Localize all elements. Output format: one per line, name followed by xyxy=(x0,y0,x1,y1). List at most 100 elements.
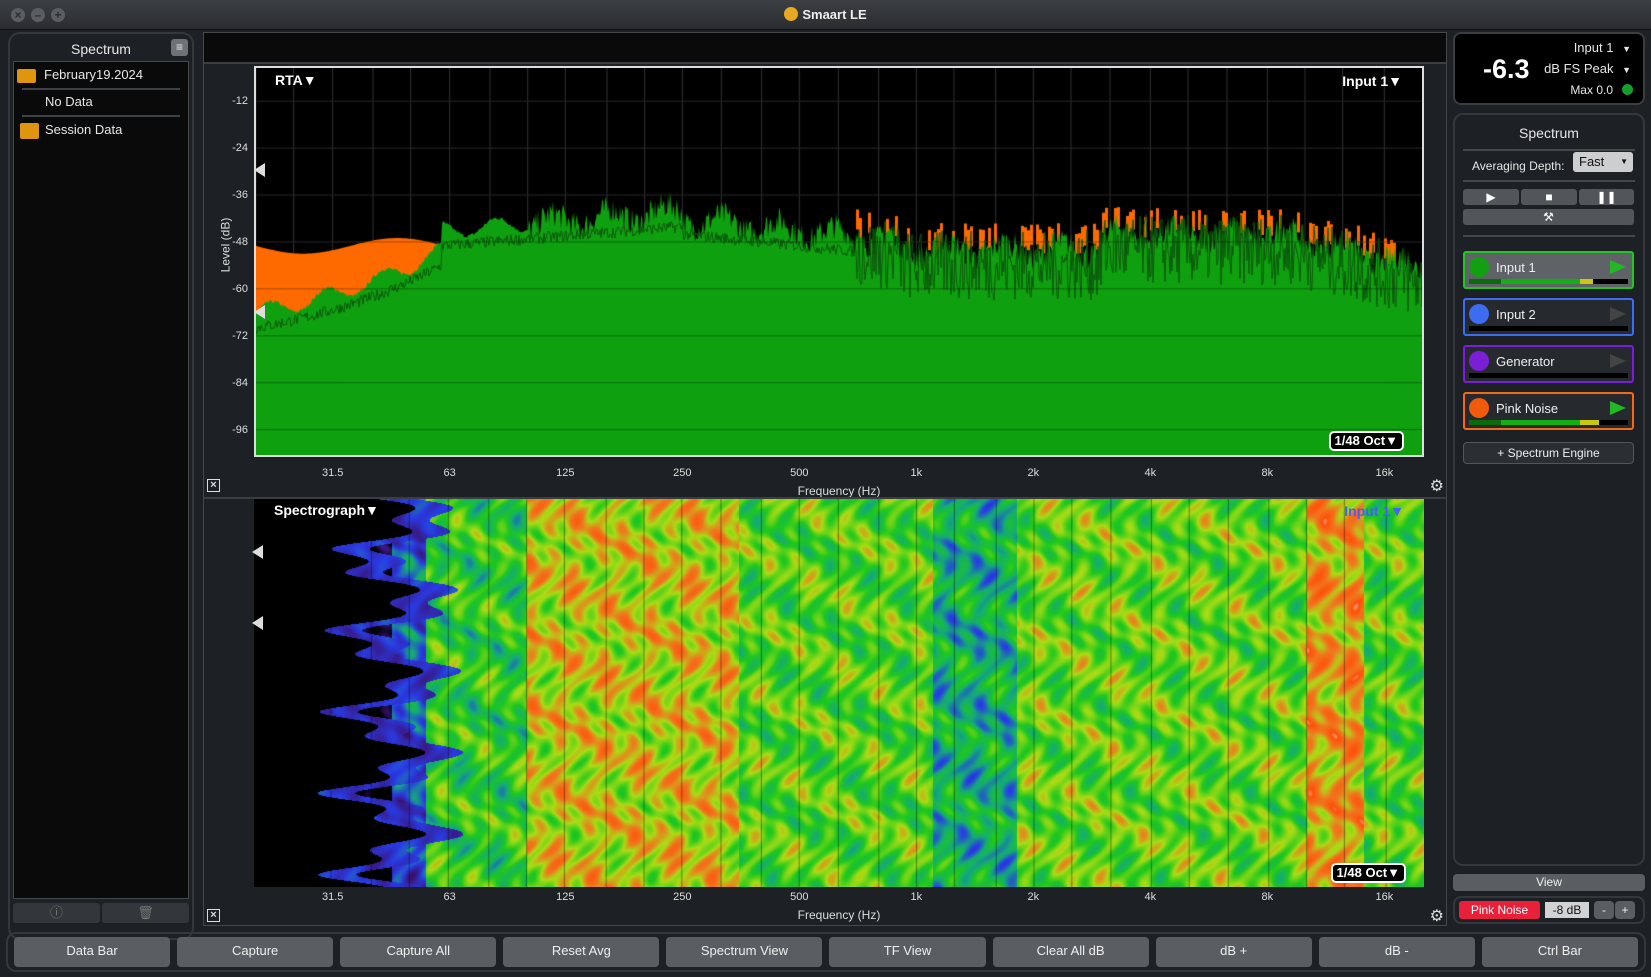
spectrum-controls: Spectrum Averaging Depth: Fast ▼ ▶ ■ ❚❚ ⚒… xyxy=(1453,113,1645,866)
info-button[interactable]: ⓘ xyxy=(13,903,100,923)
rta-input-dropdown[interactable]: Input 1▼ xyxy=(1342,73,1402,89)
add-spectrum-engine-button[interactable]: + Spectrum Engine xyxy=(1463,442,1634,464)
close-plot-icon[interactable]: × xyxy=(207,909,220,922)
meter-segment xyxy=(1580,420,1600,425)
meter-input: Input 1 xyxy=(1573,40,1614,55)
engine-name: Input 2 xyxy=(1496,307,1536,322)
spectrograph-mode-dropdown[interactable]: Spectrograph▼ xyxy=(274,502,379,518)
tf-view-button[interactable]: TF View xyxy=(829,937,986,967)
rta-mode-dropdown[interactable]: RTA▼ xyxy=(275,72,317,88)
engine-color-icon xyxy=(1469,398,1489,418)
engine-input-2[interactable]: Input 2 xyxy=(1463,298,1634,336)
data-bar-button[interactable]: Data Bar xyxy=(14,937,171,967)
db-button[interactable]: dB - xyxy=(1318,937,1475,967)
data-bar: Spectrum ≡ February19.2024 No Data Sessi… xyxy=(8,32,194,940)
folder-icon xyxy=(20,123,39,139)
x-tick-label: 250 xyxy=(673,891,692,903)
spectrum-view-button[interactable]: Spectrum View xyxy=(666,937,823,967)
play-icon[interactable] xyxy=(1610,260,1626,274)
averaging-depth-dropdown[interactable]: Fast ▼ xyxy=(1573,152,1633,172)
generator-level-field[interactable]: -8 dB xyxy=(1545,902,1589,918)
x-axis-label: Frequency (Hz) xyxy=(797,484,881,498)
reset-avg-button[interactable]: Reset Avg xyxy=(503,937,660,967)
play-button[interactable]: ▶ xyxy=(1463,189,1519,205)
engine-level-meter xyxy=(1469,326,1628,331)
close-plot-icon[interactable]: × xyxy=(207,479,220,492)
engine-level-meter xyxy=(1469,373,1628,378)
list-item-label: Session Data xyxy=(45,122,123,137)
db-button[interactable]: dB + xyxy=(1155,937,1312,967)
meter-unit-dropdown[interactable]: dB FS Peak ▼ xyxy=(1544,61,1631,76)
y-tick-label: -24 xyxy=(232,142,248,155)
menu-icon[interactable]: ≡ xyxy=(171,39,188,56)
gear-icon[interactable]: ⚙ xyxy=(1430,476,1444,496)
generator-toggle-button[interactable]: Pink Noise xyxy=(1459,901,1540,919)
spectrograph-input-dropdown[interactable]: Input 1▼ xyxy=(1344,503,1404,519)
spectrum-title: Spectrum xyxy=(1519,125,1579,141)
upper-threshold-handle[interactable] xyxy=(254,163,265,177)
meter-input-dropdown[interactable]: Input 1 ▼ xyxy=(1574,40,1631,55)
x-tick-label: 8k xyxy=(1261,891,1274,903)
play-icon[interactable] xyxy=(1610,354,1626,368)
toolbar-strip xyxy=(204,33,1446,64)
engine-color-icon xyxy=(1469,351,1489,371)
level-decrease-button[interactable]: - xyxy=(1594,901,1614,919)
level-meter: -6.3 Input 1 ▼ dB FS Peak ▼ Max 0.0 xyxy=(1453,32,1645,105)
divider xyxy=(1463,180,1635,182)
play-icon[interactable] xyxy=(1610,401,1626,415)
x-tick-label: 8k xyxy=(1261,467,1274,479)
meter-segment xyxy=(1580,279,1594,284)
meter-max: Max 0.0 xyxy=(1570,83,1613,97)
tools-button[interactable]: ⚒ xyxy=(1463,209,1634,225)
engine-generator[interactable]: Generator xyxy=(1463,345,1634,383)
measurement-area: RTA▼ Input 1▼ 1/48 Oct▼ Level (dB) Frequ… xyxy=(203,32,1447,926)
upper-threshold-handle[interactable] xyxy=(252,545,263,559)
x-tick-label: 63 xyxy=(443,467,456,479)
engine-pink-noise[interactable]: Pink Noise xyxy=(1463,392,1634,430)
rta-spectrum-trace xyxy=(256,68,1422,455)
list-item-february19-2024[interactable]: February19.2024 xyxy=(14,62,188,88)
spectrograph-plot[interactable]: Spectrograph▼ Input 1▼ 1/48 Oct▼ xyxy=(252,499,1424,887)
data-bar-title: Spectrum xyxy=(71,41,131,57)
ctrl-bar-button[interactable]: Ctrl Bar xyxy=(1481,937,1638,967)
meter-segment xyxy=(1500,279,1581,284)
pause-button[interactable]: ❚❚ xyxy=(1579,189,1634,205)
lower-threshold-handle[interactable] xyxy=(252,616,263,630)
x-tick-label: 500 xyxy=(790,891,809,903)
engine-name: Input 1 xyxy=(1496,260,1536,275)
y-tick-label: -12 xyxy=(232,95,248,108)
window-title: Smaart LE xyxy=(0,7,1651,22)
x-tick-label: 63 xyxy=(443,891,456,903)
capture-all-button[interactable]: Capture All xyxy=(340,937,497,967)
x-tick-label: 31.5 xyxy=(321,891,344,903)
delete-button[interactable]: 🗑 xyxy=(102,903,189,923)
spectrograph-resolution-dropdown[interactable]: 1/48 Oct▼ xyxy=(1330,863,1406,883)
stop-button[interactable]: ■ xyxy=(1521,189,1577,205)
x-tick-label: 125 xyxy=(556,891,575,903)
spectrograph-image xyxy=(254,499,1424,887)
engine-input-1[interactable]: Input 1 xyxy=(1463,251,1634,289)
x-tick-label: 500 xyxy=(790,467,809,479)
capture-button[interactable]: Capture xyxy=(177,937,334,967)
lower-threshold-handle[interactable] xyxy=(254,305,265,319)
level-increase-button[interactable]: + xyxy=(1615,901,1635,919)
gear-icon[interactable]: ⚙ xyxy=(1430,906,1444,926)
play-icon[interactable] xyxy=(1610,307,1626,321)
list-item-no-data[interactable]: No Data xyxy=(14,89,188,115)
engine-name: Generator xyxy=(1496,354,1555,369)
engine-color-icon xyxy=(1469,304,1489,324)
y-tick-label: -72 xyxy=(232,329,248,342)
meter-segment xyxy=(1469,279,1501,284)
clear-all-db-button[interactable]: Clear All dB xyxy=(992,937,1149,967)
list-item-session-data[interactable]: Session Data xyxy=(14,117,188,143)
meter-value: -6.3 xyxy=(1483,54,1530,84)
engine-color-icon xyxy=(1469,257,1489,277)
x-tick-label: 16k xyxy=(1375,891,1394,903)
view-button[interactable]: View xyxy=(1453,874,1645,891)
open-folder-icon xyxy=(17,69,36,83)
x-tick-label: 4k xyxy=(1144,891,1157,903)
y-tick-label: -96 xyxy=(232,423,248,436)
y-tick-label: -48 xyxy=(232,235,248,248)
rta-plot[interactable]: RTA▼ Input 1▼ 1/48 Oct▼ xyxy=(254,66,1424,457)
rta-resolution-dropdown[interactable]: 1/48 Oct▼ xyxy=(1328,431,1404,451)
